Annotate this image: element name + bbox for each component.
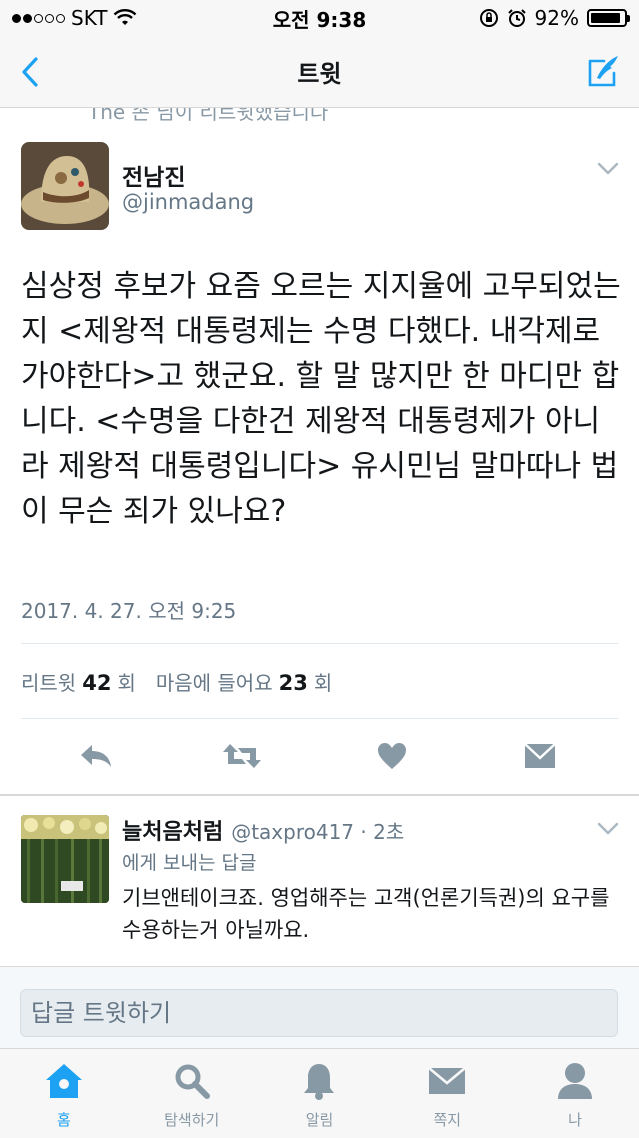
reply-text: 기브앤테이크죠. 영업해주는 고객(언론기득권)의 요구를 수용하는거 아닐까요…	[122, 886, 610, 942]
rotation-lock-icon	[479, 9, 498, 27]
like-count[interactable]: 23	[279, 671, 308, 695]
heart-icon	[378, 743, 406, 769]
author-avatar[interactable]	[21, 142, 109, 230]
nav-bar: 트윗	[0, 36, 639, 108]
status-right: 92%	[407, 6, 630, 30]
home-icon	[44, 1061, 84, 1101]
author-handle[interactable]: @jinmadang	[122, 190, 254, 214]
retweet-context: The 손 님이 리트윗했습니다	[0, 108, 639, 122]
reply-author-avatar[interactable]	[21, 815, 109, 903]
carrier-label: SKT	[71, 6, 108, 30]
battery-icon	[587, 9, 630, 27]
alarm-icon	[507, 9, 526, 27]
status-time: 오전 9:38	[272, 7, 367, 32]
like-count-label[interactable]: 마음에 들어요	[156, 667, 273, 696]
battery-percent: 92%	[534, 6, 579, 30]
status-left: SKT	[12, 6, 232, 30]
signal-strength-icon	[12, 13, 65, 23]
compose-button[interactable]	[581, 50, 625, 94]
search-icon	[172, 1061, 212, 1101]
straw-hat-image	[21, 142, 109, 230]
retweet-icon	[223, 744, 261, 768]
retweet-count-suffix: 회	[117, 671, 136, 695]
retweet-context-text: The 손 님이 리트윗했습니다	[88, 108, 329, 122]
retweet-button[interactable]	[222, 736, 262, 776]
section-separator	[0, 794, 639, 796]
tab-messages[interactable]: 쪽지	[383, 1049, 511, 1138]
tab-label: 알림	[305, 1111, 334, 1129]
retweet-count[interactable]: 42	[82, 671, 111, 695]
envelope-icon	[524, 743, 556, 768]
status-bar: SKT 오전 9:38 92%	[0, 0, 639, 36]
back-button[interactable]	[10, 50, 50, 94]
reply-author-handle[interactable]: @taxpro417 · 2초	[231, 816, 404, 845]
direct-message-button[interactable]	[520, 736, 560, 776]
retweet-count-label[interactable]: 리트윗	[21, 667, 76, 696]
flowers-image	[21, 815, 109, 903]
tweet-timestamp: 2017. 4. 27. 오전 9:25	[21, 599, 237, 623]
divider	[21, 718, 618, 719]
reply-icon	[81, 745, 111, 767]
bell-icon	[299, 1061, 339, 1101]
battery-level	[591, 13, 621, 23]
page-title: 트윗	[297, 60, 342, 88]
engagement-counts: 리트윗 42 회 마음에 들어요 23 회	[21, 667, 332, 696]
chevron-down-icon[interactable]	[597, 162, 619, 176]
tab-label: 쪽지	[433, 1111, 462, 1129]
tab-home[interactable]: 홈	[0, 1049, 128, 1138]
person-icon	[555, 1061, 595, 1101]
tab-me[interactable]: 나	[511, 1049, 639, 1138]
like-count-suffix: 회	[313, 671, 333, 695]
reply-input[interactable]: 답글 트윗하기	[20, 989, 618, 1037]
tab-bar: 홈 탐색하기 알림 쪽지 나	[0, 1048, 639, 1138]
tab-label: 나	[568, 1111, 582, 1129]
chevron-left-icon	[22, 57, 38, 87]
compose-icon	[588, 56, 618, 87]
tab-explore[interactable]: 탐색하기	[128, 1049, 256, 1138]
reply-to-label: 에게 보내는 답글	[122, 852, 257, 874]
tweet-text: 심상정 후보가 요즘 오르는 지지율에 고무되었는지 <제왕적 대통령제는 수명…	[21, 269, 621, 529]
tweet-actions	[0, 724, 639, 788]
like-button[interactable]	[372, 736, 412, 776]
author-name[interactable]: 전남진	[122, 158, 185, 192]
chevron-down-icon[interactable]	[597, 822, 619, 836]
wifi-icon	[114, 9, 137, 25]
tab-label: 홈	[56, 1111, 71, 1129]
reply-author-name[interactable]: 늘처음처럼	[122, 814, 223, 846]
divider	[21, 643, 618, 644]
reply-button[interactable]	[76, 736, 116, 776]
tab-notifications[interactable]: 알림	[256, 1049, 384, 1138]
reply-composer: 답글 트윗하기	[0, 966, 639, 1048]
envelope-icon	[427, 1061, 467, 1101]
tab-label: 탐색하기	[164, 1111, 220, 1129]
reply-header: 늘처음처럼 @taxpro417 · 2초	[122, 814, 404, 846]
